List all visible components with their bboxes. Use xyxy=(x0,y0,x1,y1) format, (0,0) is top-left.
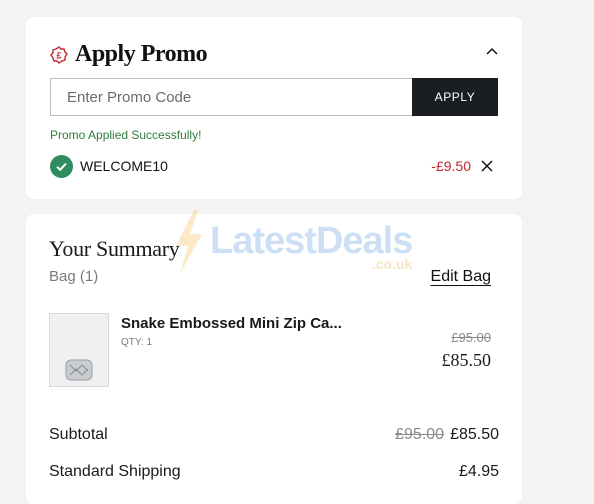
subtotal-row: Subtotal £95.00 £85.50 xyxy=(49,426,499,444)
bag-count: Bag (1) xyxy=(49,268,99,285)
product-name[interactable]: Snake Embossed Mini Zip Ca... xyxy=(121,315,342,332)
promo-tag-icon: £ xyxy=(50,45,68,64)
product-qty: QTY: 1 xyxy=(121,337,153,348)
applied-promo-code: WELCOME10 xyxy=(80,158,168,174)
promo-card: £ Apply Promo APPLY Promo Applied Succes… xyxy=(26,17,522,199)
promo-title: Apply Promo xyxy=(75,41,208,67)
subtotal-value: £85.50 xyxy=(450,426,499,443)
svg-text:£: £ xyxy=(56,50,61,60)
subtotal-was: £95.00 xyxy=(395,426,445,443)
product-image xyxy=(65,359,93,381)
product-thumbnail[interactable] xyxy=(49,313,109,387)
apply-button[interactable]: APPLY xyxy=(412,78,498,116)
applied-promo-row: WELCOME10 -£9.50 xyxy=(50,155,498,179)
promo-header: £ Apply Promo xyxy=(50,41,208,68)
product-price: £85.50 xyxy=(441,350,492,370)
check-icon xyxy=(50,155,73,178)
shipping-row: Standard Shipping £4.95 xyxy=(49,463,499,481)
summary-title: Your Summary xyxy=(49,236,180,261)
product-was-price: £95.00 xyxy=(451,330,491,345)
shipping-value: £4.95 xyxy=(458,463,499,480)
subtotal-label: Subtotal xyxy=(49,426,108,443)
edit-bag-link[interactable]: Edit Bag xyxy=(431,268,491,286)
promo-code-input[interactable] xyxy=(50,78,432,116)
chevron-up-icon[interactable] xyxy=(484,43,500,59)
promo-success-message: Promo Applied Successfully! xyxy=(50,128,202,142)
shipping-label: Standard Shipping xyxy=(49,463,181,480)
close-icon[interactable] xyxy=(480,159,494,173)
summary-card: Your Summary Bag (1) Edit Bag Snake Embo… xyxy=(26,214,522,504)
promo-discount-amount: -£9.50 xyxy=(431,158,471,174)
